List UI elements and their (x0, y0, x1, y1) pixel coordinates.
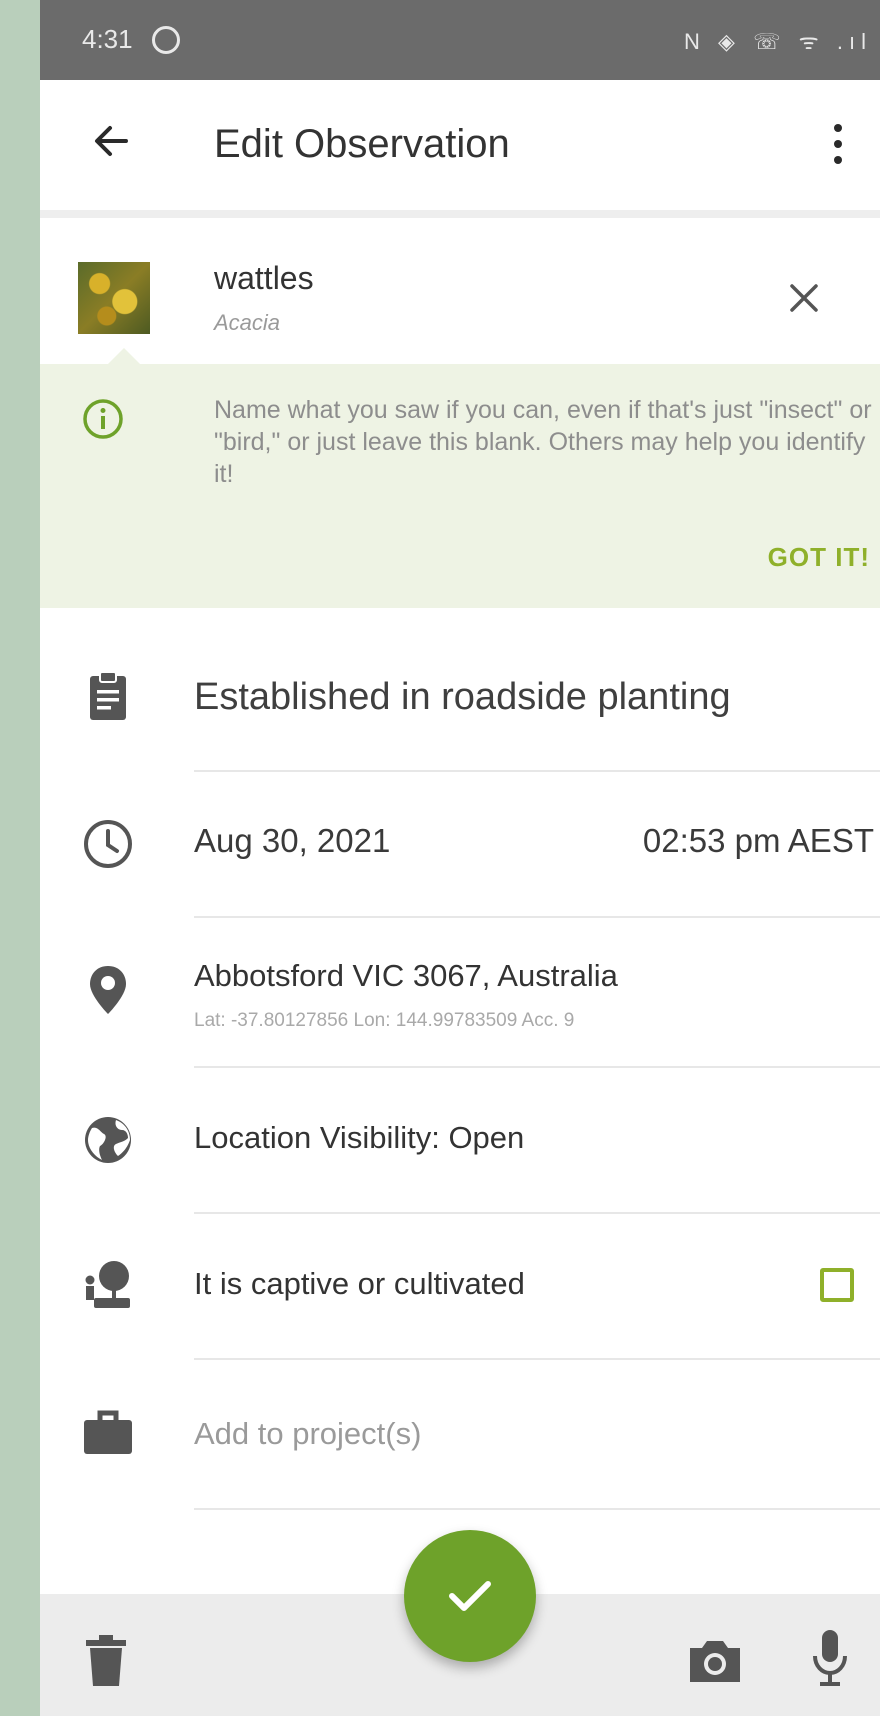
location-row[interactable]: Abbotsford VIC 3067, Australia Lat: -37.… (40, 918, 880, 1068)
clock-icon (80, 816, 136, 872)
app-bar: Edit Observation (40, 80, 880, 218)
taxon-scientific-name: Acacia (214, 310, 281, 335)
add-to-projects: Add to project(s) (194, 1416, 422, 1451)
clear-taxon-close-icon[interactable] (784, 278, 824, 318)
captive-checkbox[interactable] (820, 1268, 854, 1302)
globe-icon (80, 1112, 136, 1168)
potted-tree-icon (80, 1258, 136, 1314)
save-checkmark-button[interactable] (404, 1530, 536, 1662)
tip-caret (108, 348, 140, 364)
observation-date[interactable]: Aug 30, 2021 (194, 822, 390, 860)
datetime-row[interactable]: Aug 30, 2021 02:53 pm AEST (40, 772, 880, 918)
captive-row[interactable]: It is captive or cultivated (40, 1214, 880, 1360)
page-title: Edit Observation (214, 122, 510, 166)
projects-row[interactable]: Add to project(s) (40, 1360, 880, 1510)
phone-screen: 4:31 N ◈ ☏ ᯤ .ıl Edit Observation wattle… (40, 0, 880, 1716)
status-time: 4:31 (82, 24, 133, 54)
briefcase-icon (80, 1404, 136, 1460)
trash-icon[interactable] (84, 1634, 128, 1688)
taxon-selector[interactable]: wattles Acacia (40, 218, 880, 364)
map-pin-icon (80, 962, 136, 1018)
description-row[interactable]: Established in roadside planting (40, 612, 880, 772)
got-it-button[interactable]: GOT IT! (768, 542, 870, 573)
description-text: Established in roadside planting (194, 676, 731, 718)
taxon-photo-thumbnail (78, 262, 150, 334)
captive-label: It is captive or cultivated (194, 1266, 525, 1301)
info-icon (82, 398, 124, 440)
back-arrow-icon[interactable] (86, 116, 136, 166)
identification-tip: Name what you saw if you can, even if th… (40, 348, 880, 608)
microphone-icon[interactable] (810, 1628, 850, 1690)
status-bar: 4:31 N ◈ ☏ ᯤ .ıl (40, 0, 880, 80)
taxon-common-name: wattles (214, 260, 314, 296)
status-icons: N ◈ ☏ ᯤ .ıl (684, 29, 872, 54)
camera-icon[interactable] (686, 1636, 744, 1686)
tip-message: Name what you saw if you can, even if th… (214, 396, 872, 488)
observation-time[interactable]: 02:53 pm AEST (643, 822, 874, 860)
whatsapp-icon (152, 26, 180, 54)
clipboard-icon (80, 668, 136, 724)
location-name: Abbotsford VIC 3067, Australia (194, 958, 618, 993)
more-options-icon[interactable] (832, 124, 844, 168)
divider (194, 1508, 880, 1510)
checkmark-icon (449, 1581, 491, 1611)
location-visibility-label: Location Visibility: Open (194, 1120, 525, 1155)
location-visibility-row[interactable]: Location Visibility: Open (40, 1068, 880, 1214)
location-coordinates: Lat: -37.80127856 Lon: 144.99783509 Acc.… (194, 1010, 575, 1031)
